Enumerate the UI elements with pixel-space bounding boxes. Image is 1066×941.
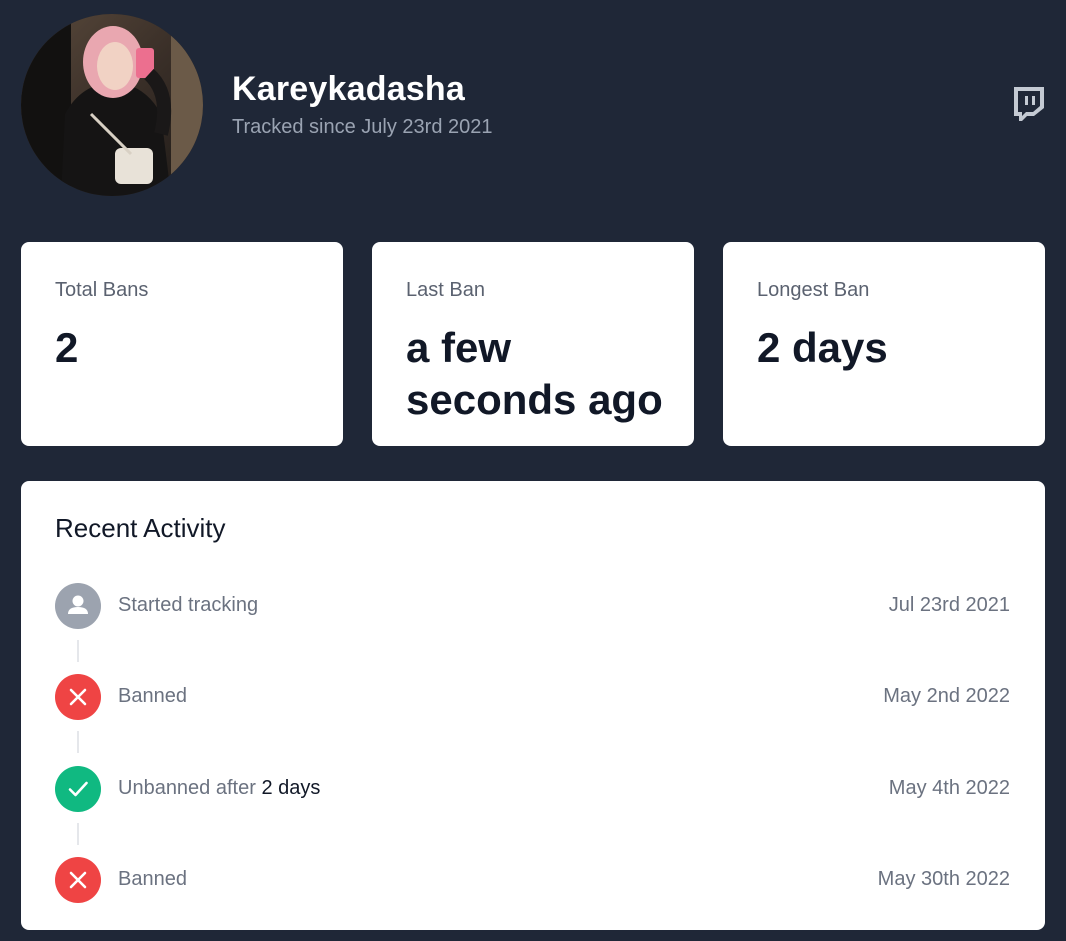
stat-label: Longest Ban: [757, 279, 870, 301]
stat-value: 2 days: [757, 324, 888, 371]
activity-date: May 30th 2022: [877, 868, 1010, 890]
activity-item-unbanned: Unbanned after 2 days May 4th 2022: [55, 766, 1010, 812]
activity-item-banned: Banned May 30th 2022: [55, 857, 1010, 903]
stat-card-last-ban: Last Ban a few seconds ago: [372, 242, 694, 446]
recent-activity-card: Recent Activity Started tracking Jul 23r…: [21, 481, 1045, 930]
activity-text-duration: 2 days: [261, 777, 321, 799]
check-icon: [55, 766, 101, 812]
activity-date: Jul 23rd 2021: [888, 594, 1010, 616]
activity-text: Banned: [118, 685, 187, 707]
activity-text: Unbanned after 2 days: [118, 777, 320, 800]
timeline-connector: [77, 640, 79, 662]
stat-card-longest-ban: Longest Ban 2 days: [723, 242, 1045, 446]
activity-text: Started tracking: [118, 594, 259, 616]
stat-label: Total Bans: [55, 279, 149, 301]
x-icon: [55, 857, 101, 903]
activity-item-started-tracking: Started tracking Jul 23rd 2021: [55, 583, 1010, 629]
twitch-icon[interactable]: [1011, 86, 1045, 122]
stat-label: Last Ban: [406, 279, 485, 301]
x-icon: [55, 674, 101, 720]
user-icon: [55, 583, 101, 629]
profile-header: Kareykadasha Tracked since July 23rd 202…: [0, 0, 1066, 220]
profile-name: Kareykadasha: [232, 70, 465, 108]
activity-date: May 4th 2022: [888, 777, 1010, 799]
avatar-image: [21, 14, 203, 196]
activity-text-prefix: Unbanned after: [118, 777, 256, 799]
stat-value: 2: [55, 324, 79, 371]
activity-date: May 2nd 2022: [883, 685, 1010, 707]
stat-card-total-bans: Total Bans 2: [21, 242, 343, 446]
timeline-connector: [77, 731, 79, 753]
activity-text: Banned: [118, 868, 187, 890]
activity-item-banned: Banned May 2nd 2022: [55, 674, 1010, 720]
timeline-connector: [77, 823, 79, 845]
stat-value: a few seconds ago: [406, 324, 663, 423]
avatar: [21, 14, 203, 196]
recent-activity-title: Recent Activity: [55, 513, 226, 543]
tracked-since: Tracked since July 23rd 2021: [232, 116, 493, 138]
